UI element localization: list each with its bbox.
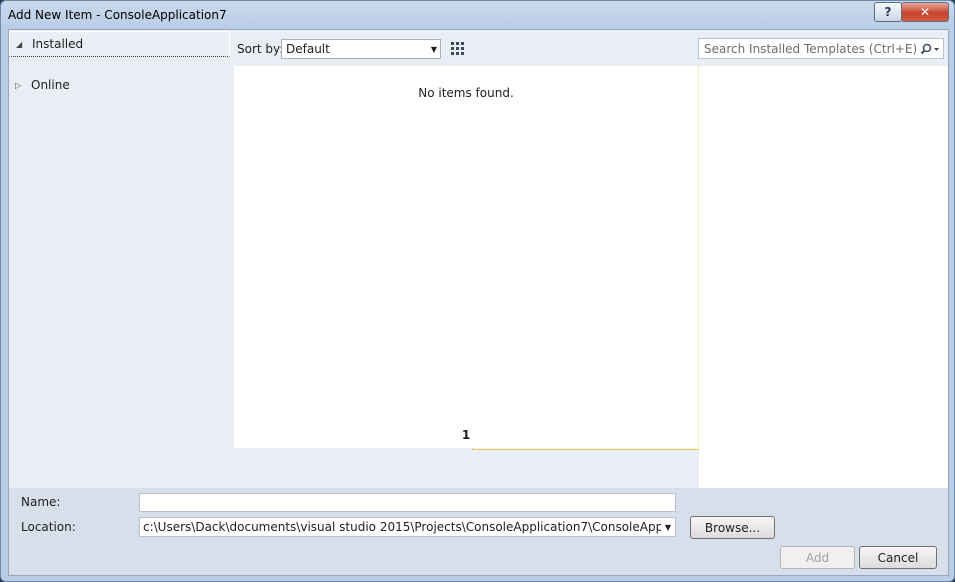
location-label: Location: bbox=[21, 520, 76, 534]
small-icons-view-button[interactable] bbox=[446, 38, 468, 58]
search-templates-box[interactable]: Search Installed Templates (Ctrl+E) bbox=[698, 38, 944, 59]
nav-item-label: Installed bbox=[32, 37, 84, 51]
search-icon[interactable] bbox=[917, 43, 943, 55]
window-title: Add New Item - ConsoleApplication7 bbox=[8, 8, 227, 22]
add-button[interactable]: Add bbox=[780, 546, 855, 569]
add-new-item-dialog: Add New Item - ConsoleApplication7 ? ✕ ◢… bbox=[0, 0, 955, 582]
template-details-pane bbox=[699, 66, 948, 488]
collapsed-triangle-icon[interactable]: ▷ bbox=[15, 81, 25, 90]
name-field[interactable] bbox=[139, 493, 676, 512]
dropdown-arrow-icon[interactable]: ▼ bbox=[661, 523, 675, 532]
location-value[interactable]: c:\Users\Dack\documents\visual studio 20… bbox=[140, 520, 661, 534]
grid-view-icon bbox=[451, 42, 464, 55]
search-input[interactable]: Search Installed Templates (Ctrl+E) bbox=[699, 42, 917, 56]
expanded-triangle-icon[interactable]: ◢ bbox=[16, 40, 26, 49]
nav-item-online[interactable]: ▷ Online bbox=[9, 73, 228, 97]
cancel-button[interactable]: Cancel bbox=[859, 546, 937, 569]
dialog-client-area: ◢ Installed ▷ Online Sort by: Default ▼ bbox=[8, 29, 949, 576]
sort-by-dropdown[interactable]: Default ▼ bbox=[281, 39, 441, 59]
nav-item-label: Online bbox=[31, 78, 70, 92]
template-category-nav: ◢ Installed ▷ Online bbox=[9, 30, 230, 488]
browse-button[interactable]: Browse... bbox=[690, 516, 775, 539]
nav-item-installed[interactable]: ◢ Installed bbox=[9, 31, 230, 57]
template-list: No items found. bbox=[234, 66, 698, 448]
item-settings-panel: Name: Location: c:\Users\Dack\documents\… bbox=[9, 488, 948, 575]
sort-by-label: Sort by: bbox=[237, 42, 284, 56]
sort-by-value: Default bbox=[286, 42, 330, 56]
name-label: Name: bbox=[21, 495, 61, 509]
page-number[interactable]: 1 bbox=[234, 428, 698, 442]
close-button[interactable]: ✕ bbox=[901, 2, 949, 22]
help-button[interactable]: ? bbox=[874, 2, 902, 22]
location-combobox[interactable]: c:\Users\Dack\documents\visual studio 20… bbox=[139, 517, 676, 537]
title-bar[interactable]: Add New Item - ConsoleApplication7 ? ✕ bbox=[1, 1, 954, 29]
dropdown-arrow-icon[interactable]: ▼ bbox=[428, 45, 440, 54]
no-items-message: No items found. bbox=[418, 86, 514, 100]
